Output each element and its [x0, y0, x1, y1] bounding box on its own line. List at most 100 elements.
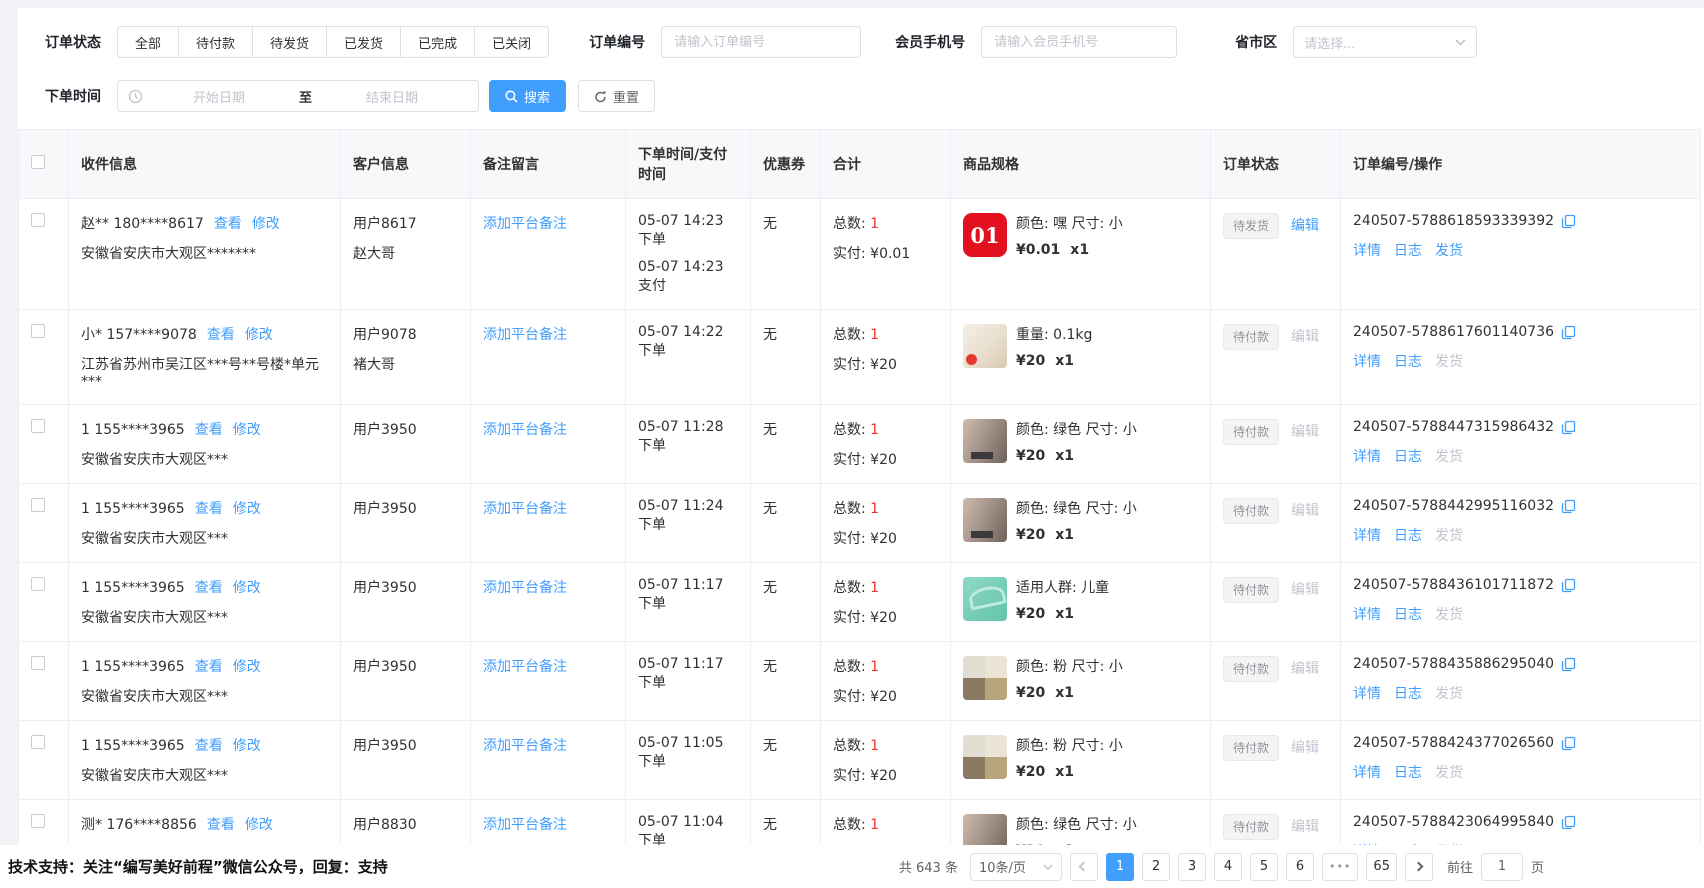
page-number-65[interactable]: 65 [1366, 853, 1397, 881]
view-link[interactable]: 查看 [195, 501, 223, 517]
modify-link[interactable]: 修改 [233, 738, 261, 754]
order-status-option-5[interactable]: 已完成 [400, 26, 475, 58]
log-link[interactable]: 日志 [1394, 604, 1422, 624]
detail-link[interactable]: 详情 [1353, 240, 1381, 260]
modify-link[interactable]: 修改 [233, 580, 261, 596]
row-checkbox[interactable] [31, 498, 45, 512]
page-number-4[interactable]: 4 [1214, 853, 1242, 881]
add-note-link[interactable]: 添加平台备注 [483, 327, 567, 343]
add-note-link[interactable]: 添加平台备注 [483, 817, 567, 833]
member-phone-input[interactable] [981, 26, 1177, 58]
row-checkbox[interactable] [31, 735, 45, 749]
edit-link[interactable]: 编辑 [1291, 661, 1319, 677]
reset-button[interactable]: 重置 [578, 80, 655, 112]
view-link[interactable]: 查看 [195, 738, 223, 754]
edit-link[interactable]: 编辑 [1291, 582, 1319, 598]
detail-link[interactable]: 详情 [1353, 604, 1381, 624]
page-number-2[interactable]: 2 [1142, 853, 1170, 881]
ship-link[interactable]: 发货 [1435, 240, 1463, 260]
order-status-option-3[interactable]: 待发货 [252, 26, 327, 58]
detail-link[interactable]: 详情 [1353, 683, 1381, 703]
row-checkbox[interactable] [31, 419, 45, 433]
modify-link[interactable]: 修改 [233, 422, 261, 438]
copy-icon[interactable] [1561, 420, 1576, 435]
add-note-link[interactable]: 添加平台备注 [483, 422, 567, 438]
ship-link[interactable]: 发货 [1435, 446, 1463, 466]
copy-icon[interactable] [1561, 657, 1576, 672]
order-number: 240507-5788447315986432 [1353, 419, 1554, 435]
modify-link[interactable]: 修改 [245, 327, 273, 343]
modify-link[interactable]: 修改 [233, 501, 261, 517]
page-number-5[interactable]: 5 [1250, 853, 1278, 881]
row-checkbox[interactable] [31, 324, 45, 338]
next-page-button[interactable] [1405, 853, 1433, 881]
order-no-input[interactable] [661, 26, 861, 58]
view-link[interactable]: 查看 [207, 327, 235, 343]
copy-icon[interactable] [1561, 499, 1576, 514]
edit-link[interactable]: 编辑 [1291, 740, 1319, 756]
view-link[interactable]: 查看 [195, 580, 223, 596]
copy-icon[interactable] [1561, 815, 1576, 830]
ship-link[interactable]: 发货 [1435, 683, 1463, 703]
customer-line: 用户3950 [353, 577, 458, 597]
modify-link[interactable]: 修改 [252, 216, 280, 232]
more-pages-button[interactable]: ••• [1322, 853, 1358, 881]
ship-link[interactable]: 发货 [1435, 351, 1463, 371]
jump-page-input[interactable] [1481, 853, 1523, 881]
edit-link[interactable]: 编辑 [1291, 218, 1319, 234]
add-note-link[interactable]: 添加平台备注 [483, 501, 567, 517]
edit-link[interactable]: 编辑 [1291, 503, 1319, 519]
ship-link[interactable]: 发货 [1435, 762, 1463, 782]
detail-link[interactable]: 详情 [1353, 351, 1381, 371]
page-number-6[interactable]: 6 [1286, 853, 1314, 881]
view-link[interactable]: 查看 [195, 422, 223, 438]
row-checkbox[interactable] [31, 213, 45, 227]
log-link[interactable]: 日志 [1394, 525, 1422, 545]
order-status-option-4[interactable]: 已发货 [326, 26, 401, 58]
copy-icon[interactable] [1561, 578, 1576, 593]
page-number-1[interactable]: 1 [1106, 853, 1134, 881]
add-note-link[interactable]: 添加平台备注 [483, 738, 567, 754]
add-note-link[interactable]: 添加平台备注 [483, 659, 567, 675]
view-link[interactable]: 查看 [207, 817, 235, 833]
modify-link[interactable]: 修改 [233, 659, 261, 675]
edit-link[interactable]: 编辑 [1291, 819, 1319, 835]
edit-link[interactable]: 编辑 [1291, 329, 1319, 345]
start-date-input[interactable]: 开始日期 [143, 87, 295, 106]
copy-icon[interactable] [1561, 736, 1576, 751]
log-link[interactable]: 日志 [1394, 351, 1422, 371]
row-checkbox[interactable] [31, 656, 45, 670]
search-button[interactable]: 搜索 [489, 80, 566, 112]
order-status-option-1[interactable]: 全部 [117, 26, 179, 58]
view-link[interactable]: 查看 [195, 659, 223, 675]
row-checkbox[interactable] [31, 577, 45, 591]
chevron-down-icon [1043, 864, 1053, 870]
add-note-link[interactable]: 添加平台备注 [483, 580, 567, 596]
view-link[interactable]: 查看 [214, 216, 242, 232]
end-date-input[interactable]: 结束日期 [316, 87, 468, 106]
log-link[interactable]: 日志 [1394, 762, 1422, 782]
date-range-picker[interactable]: 开始日期 至 结束日期 [117, 80, 479, 112]
ship-link[interactable]: 发货 [1435, 604, 1463, 624]
add-note-link[interactable]: 添加平台备注 [483, 216, 567, 232]
order-status-option-2[interactable]: 待付款 [178, 26, 253, 58]
log-link[interactable]: 日志 [1394, 240, 1422, 260]
log-link[interactable]: 日志 [1394, 683, 1422, 703]
page-number-3[interactable]: 3 [1178, 853, 1206, 881]
copy-icon[interactable] [1561, 325, 1576, 340]
edit-link[interactable]: 编辑 [1291, 424, 1319, 440]
row-checkbox[interactable] [31, 814, 45, 828]
detail-link[interactable]: 详情 [1353, 525, 1381, 545]
order-status-option-6[interactable]: 已关闭 [474, 26, 549, 58]
prev-page-button[interactable] [1070, 853, 1098, 881]
region-select[interactable]: 请选择... [1293, 26, 1477, 58]
modify-link[interactable]: 修改 [245, 817, 273, 833]
select-all-checkbox[interactable] [31, 155, 45, 169]
log-link[interactable]: 日志 [1394, 446, 1422, 466]
detail-link[interactable]: 详情 [1353, 446, 1381, 466]
ship-link[interactable]: 发货 [1435, 525, 1463, 545]
page-size-select[interactable]: 10条/页 [970, 853, 1062, 881]
total-count-label: 总数: [833, 817, 866, 833]
copy-icon[interactable] [1561, 214, 1576, 229]
detail-link[interactable]: 详情 [1353, 762, 1381, 782]
